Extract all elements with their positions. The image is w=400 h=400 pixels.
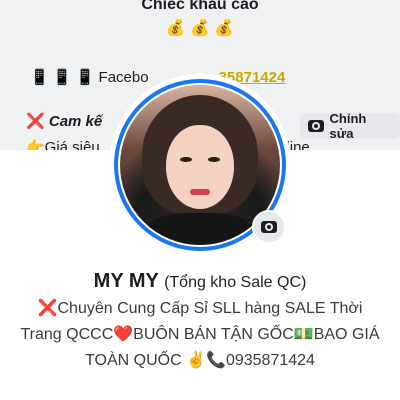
- cover-text-line: 💰 💰 💰: [165, 20, 235, 37]
- bio-line: ❌Chuyên Cung Cấp Sỉ SLL hàng SALE Thời: [37, 300, 363, 317]
- avatar-lips: [190, 189, 210, 195]
- avatar-face: [166, 125, 234, 209]
- edit-cover-label: Chỉnh sửa: [329, 111, 367, 141]
- profile-main-name: MY MY: [93, 270, 159, 292]
- profile-bio: ❌Chuyên Cung Cấp Sỉ SLL hàng SALE Thời T…: [16, 296, 384, 374]
- avatar-eye: [180, 157, 192, 162]
- edit-avatar-button[interactable]: [252, 210, 286, 244]
- cover-text-line: Chiếc khẩu cao: [141, 0, 259, 13]
- avatar-eye: [208, 157, 220, 162]
- bio-line: TOÀN QUỐC ✌️📞0935871424: [85, 352, 315, 369]
- edit-cover-button[interactable]: Chỉnh sửa: [300, 111, 400, 141]
- camera-icon: [261, 221, 277, 233]
- camera-icon: [308, 120, 324, 132]
- bio-line: Trang QCCC❤️BUÔN BÁN TẬN GỐC💵BAO GIÁ: [20, 326, 380, 343]
- cover-text-segment: 📱 📱 📱 Facebo: [30, 69, 149, 86]
- avatar-shirt: [140, 213, 260, 245]
- cross-icon: ❌: [26, 113, 45, 130]
- profile-name: MY MY (Tổng kho Sale QC): [0, 270, 400, 293]
- cover-text-segment: Cam kế: [48, 113, 103, 130]
- cover-text-segment: 👉Giá siêu: [26, 139, 100, 150]
- profile-alt-name: (Tổng kho Sale QC): [164, 274, 307, 291]
